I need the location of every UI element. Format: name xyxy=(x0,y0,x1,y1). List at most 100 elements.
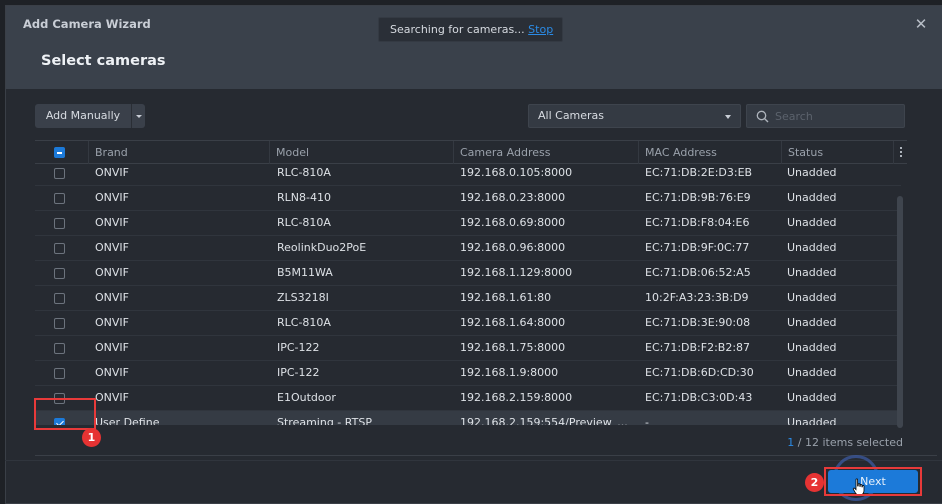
cell-status: Unadded xyxy=(787,366,837,379)
cell-mac-address: EC:71:DB:06:52:A5 xyxy=(645,266,751,279)
cell-brand: ONVIF xyxy=(95,341,129,354)
table-row[interactable]: ONVIF B5M11WA 192.168.1.129:8000 EC:71:DB:0… xyxy=(35,261,901,286)
cell-camera-address: 192.168.0.23:8000 xyxy=(460,191,566,204)
cell-status: Unadded xyxy=(787,416,837,425)
add-manually-button[interactable]: Add Manually xyxy=(35,104,131,128)
cell-brand: ONVIF xyxy=(95,166,129,179)
table-row[interactable]: ONVIF RLC-810A 192.168.0.69:8000 EC:71:DB:F… xyxy=(35,211,901,236)
chevron-down-icon xyxy=(725,115,731,119)
wizard-title: Add Camera Wizard xyxy=(23,17,151,31)
table-header: Brand Model Camera Address MAC Address S… xyxy=(35,140,907,164)
cell-model: IPC-122 xyxy=(277,366,320,379)
row-checkbox[interactable] xyxy=(54,343,65,354)
footer-divider xyxy=(5,460,942,461)
table-row[interactable]: ONVIF IPC-122 192.168.1.9:8000 EC:71:DB:6D:… xyxy=(35,361,901,386)
cell-brand: ONVIF xyxy=(95,191,129,204)
table-row[interactable]: ONVIF RLN8-410 192.168.0.23:8000 EC:71:DB:9… xyxy=(35,186,901,211)
cell-model: ZLS3218I xyxy=(277,291,329,304)
search-status-text: Searching for cameras... xyxy=(390,23,529,36)
row-checkbox[interactable] xyxy=(54,293,65,304)
next-button[interactable]: Next xyxy=(828,470,918,493)
column-header-model[interactable]: Model xyxy=(270,141,454,164)
cell-status: Unadded xyxy=(787,316,837,329)
search-field[interactable] xyxy=(746,104,905,128)
cell-brand: ONVIF xyxy=(95,241,129,254)
row-checkbox[interactable] xyxy=(54,393,65,404)
cell-brand: ONVIF xyxy=(95,366,129,379)
column-header-brand[interactable]: Brand xyxy=(89,141,270,164)
table-scrollbar[interactable] xyxy=(897,196,903,428)
table-row[interactable]: ONVIF ReolinkDuo2PoE 192.168.0.96:8000 EC:7… xyxy=(35,236,901,261)
cell-model: E1Outdoor xyxy=(277,391,336,404)
selected-count-suffix: / 12 items selected xyxy=(794,436,903,449)
cell-mac-address: EC:71:DB:9F:0C:77 xyxy=(645,241,750,254)
cell-model: RLC-810A xyxy=(277,166,331,179)
table-row[interactable]: ONVIF ZLS3218I 192.168.1.61:80 10:2F:A3:23:… xyxy=(35,286,901,311)
search-input[interactable] xyxy=(775,105,900,127)
row-checkbox[interactable] xyxy=(54,168,65,179)
table-row[interactable]: User Define Streaming - RTSP 192.168.2.159… xyxy=(35,411,901,425)
cell-model: IPC-122 xyxy=(277,341,320,354)
cell-status: Unadded xyxy=(787,266,837,279)
cell-camera-address: 192.168.0.96:8000 xyxy=(460,241,566,254)
cell-status: Unadded xyxy=(787,191,837,204)
page-title: Select cameras xyxy=(41,53,166,69)
cell-brand: ONVIF xyxy=(95,291,129,304)
annotation-badge-2: 2 xyxy=(805,473,824,492)
table-row[interactable]: ONVIF IPC-122 192.168.1.75:8000 EC:71:DB:F2… xyxy=(35,336,901,361)
cell-model: B5M11WA xyxy=(277,266,333,279)
camera-table: Brand Model Camera Address MAC Address S… xyxy=(35,135,907,425)
table-row[interactable]: ONVIF RLC-810A 192.168.1.64:8000 EC:71:DB:3… xyxy=(35,311,901,336)
cell-camera-address: 192.168.1.64:8000 xyxy=(460,316,566,329)
cell-brand: ONVIF xyxy=(95,316,129,329)
cell-model: RLC-810A xyxy=(277,316,331,329)
cell-model: Streaming - RTSP xyxy=(277,416,372,425)
column-header-status[interactable]: Status xyxy=(782,141,894,164)
cell-camera-address: 192.168.1.9:8000 xyxy=(460,366,559,379)
camera-filter-value: All Cameras xyxy=(538,109,605,122)
cell-camera-address: 192.168.0.69:8000 xyxy=(460,216,566,229)
cell-camera-address: 192.168.1.129:8000 xyxy=(460,266,573,279)
selection-summary: 1 / 12 items selected xyxy=(760,436,903,449)
row-checkbox[interactable] xyxy=(54,218,65,229)
cell-brand: ONVIF xyxy=(95,216,129,229)
cell-status: Unadded xyxy=(787,241,837,254)
camera-filter-select[interactable]: All Cameras xyxy=(528,104,741,128)
row-checkbox[interactable] xyxy=(54,318,65,329)
cell-mac-address: EC:71:DB:C3:0D:43 xyxy=(645,391,753,404)
table-row[interactable]: ONVIF RLC-810A 192.168.0.105:8000 EC:71:DB:… xyxy=(35,161,901,186)
row-checkbox[interactable] xyxy=(54,243,65,254)
column-options-menu[interactable] xyxy=(896,141,906,164)
add-manually-dropdown-toggle[interactable] xyxy=(131,104,145,128)
row-checkbox[interactable] xyxy=(54,368,65,379)
row-checkbox[interactable] xyxy=(54,268,65,279)
column-header-camera-address[interactable]: Camera Address xyxy=(454,141,639,164)
select-all-checkbox[interactable] xyxy=(54,147,65,158)
hand-cursor-icon xyxy=(852,478,865,496)
cell-status: Unadded xyxy=(787,291,837,304)
cell-camera-address: 192.168.2.159:8000 xyxy=(460,391,573,404)
cell-status: Unadded xyxy=(787,391,837,404)
row-checkbox[interactable] xyxy=(54,418,65,425)
cell-model: RLN8-410 xyxy=(277,191,331,204)
close-button[interactable]: ✕ xyxy=(913,16,929,32)
cell-mac-address: EC:71:DB:3E:90:08 xyxy=(645,316,751,329)
stop-search-link[interactable]: Stop xyxy=(528,23,553,36)
table-row[interactable]: ONVIF E1Outdoor 192.168.2.159:8000 EC:71:DB… xyxy=(35,386,901,411)
cell-status: Unadded xyxy=(787,216,837,229)
cell-status: Unadded xyxy=(787,341,837,354)
cell-camera-address: 192.168.0.105:8000 xyxy=(460,166,573,179)
cell-brand: User Define xyxy=(95,416,160,425)
cell-model: RLC-810A xyxy=(277,216,331,229)
cell-camera-address: 192.168.2.159:554/Preview_... xyxy=(460,416,628,425)
cell-camera-address: 192.168.1.75:8000 xyxy=(460,341,566,354)
column-header-mac-address[interactable]: MAC Address xyxy=(639,141,782,164)
cell-mac-address: EC:71:DB:9B:76:E9 xyxy=(645,191,751,204)
search-icon xyxy=(756,110,769,123)
row-checkbox[interactable] xyxy=(54,193,65,204)
cell-mac-address: EC:71:DB:6D:CD:30 xyxy=(645,366,754,379)
annotation-badge-1: 1 xyxy=(82,428,101,447)
table-bottom-divider xyxy=(35,455,937,456)
close-icon: ✕ xyxy=(914,15,928,33)
cell-brand: ONVIF xyxy=(95,266,129,279)
